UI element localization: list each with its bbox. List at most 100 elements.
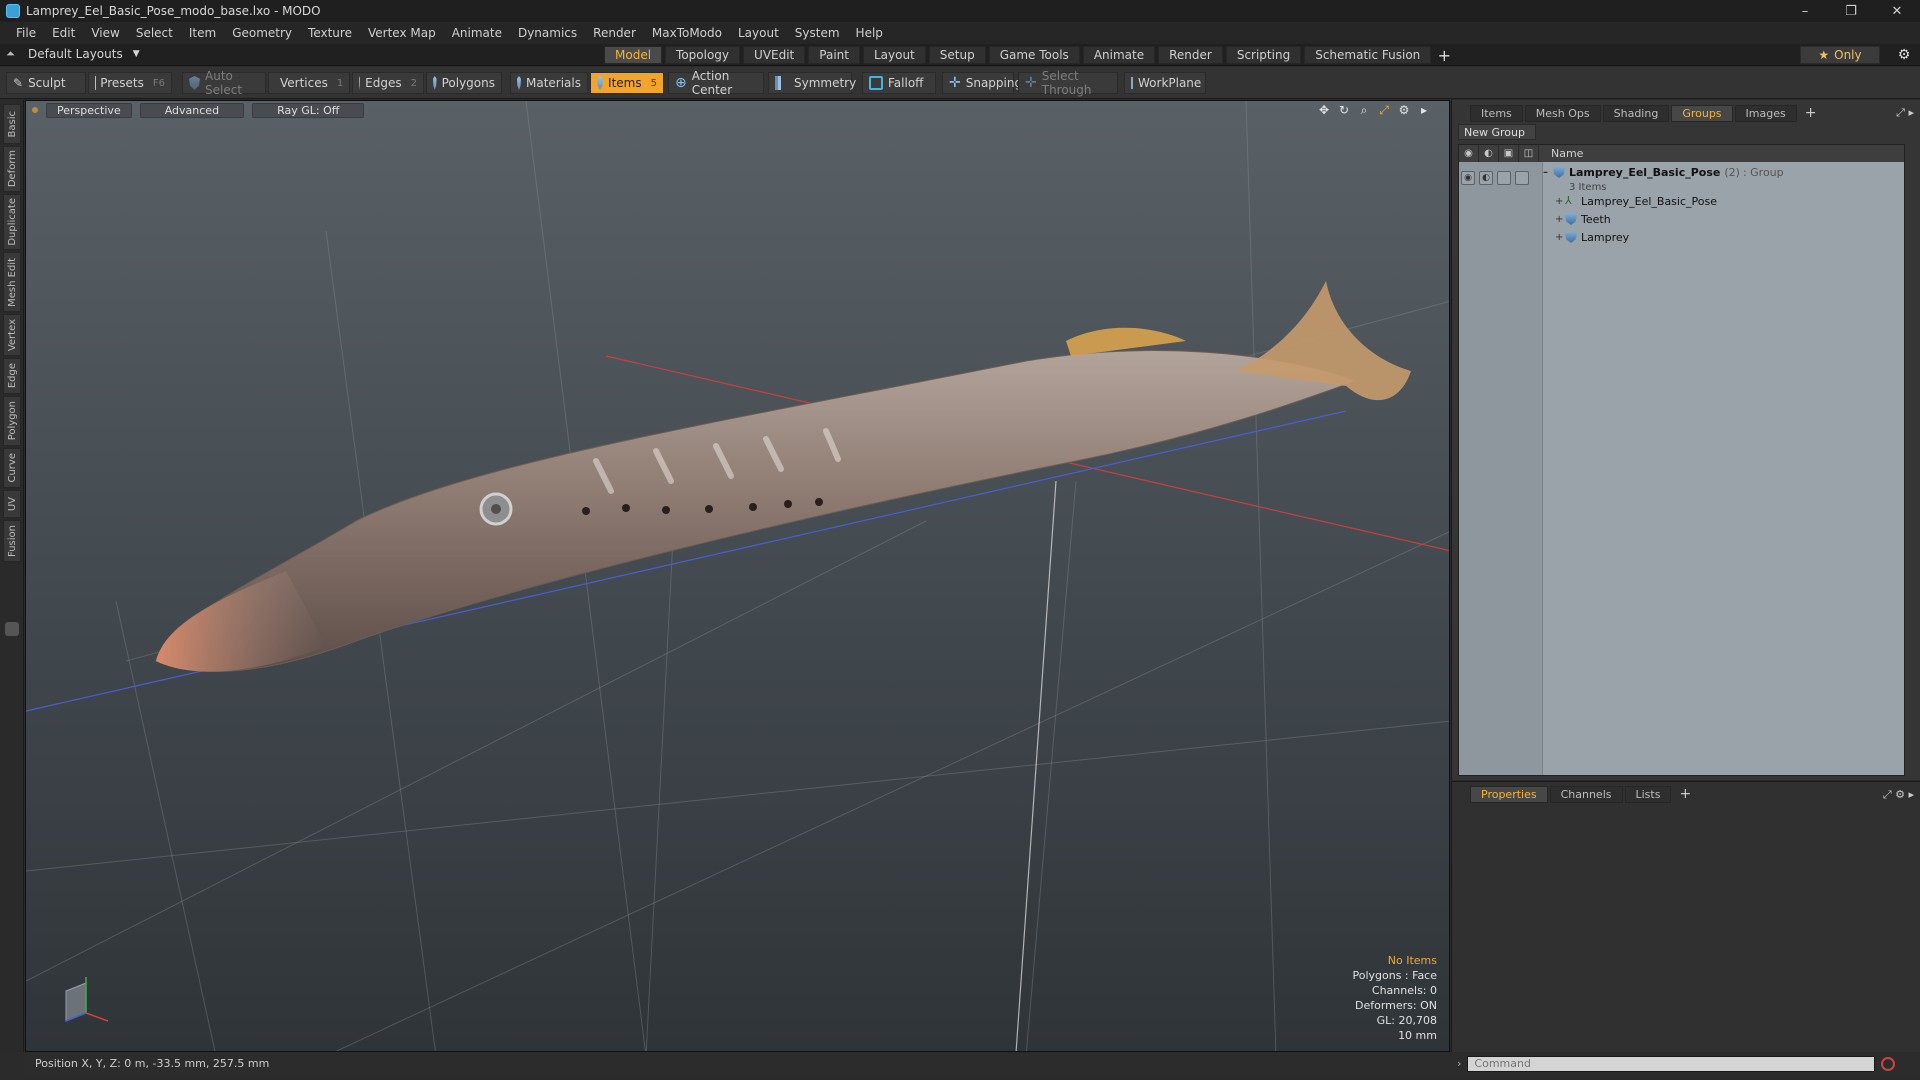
add-panel-tab-button[interactable]: + xyxy=(1799,105,1823,121)
gear-icon[interactable]: ⚙ xyxy=(1896,47,1912,63)
select-icon[interactable]: ◫ xyxy=(1519,145,1539,162)
rotate-icon[interactable]: ↻ xyxy=(1337,103,1351,117)
restore-button[interactable]: ❐ xyxy=(1828,0,1874,22)
tab-deform[interactable]: Deform xyxy=(3,146,21,192)
toggle-panel-icon[interactable] xyxy=(5,622,19,636)
minimize-button[interactable]: – xyxy=(1782,0,1828,22)
close-button[interactable]: ✕ xyxy=(1874,0,1920,22)
tab-mesh-edit[interactable]: Mesh Edit xyxy=(3,252,21,312)
viewport-menu-dot-icon[interactable] xyxy=(32,107,38,113)
menu-edit[interactable]: Edit xyxy=(44,26,83,40)
name-column-header[interactable]: Name xyxy=(1539,147,1583,160)
menu-vertex-map[interactable]: Vertex Map xyxy=(360,26,444,40)
only-button[interactable]: ★ Only xyxy=(1800,46,1880,64)
tab-topology[interactable]: Topology xyxy=(665,46,741,64)
tab-basic[interactable]: Basic xyxy=(3,104,21,144)
expand-arrow-icon[interactable]: ▸ xyxy=(1417,103,1431,117)
tab-groups[interactable]: Groups xyxy=(1671,104,1733,122)
root-lock-toggle[interactable] xyxy=(1497,171,1511,185)
fit-icon[interactable]: ⤢ xyxy=(1377,103,1391,117)
tab-schematic-fusion[interactable]: Schematic Fusion xyxy=(1304,46,1432,64)
lock-icon[interactable]: ▣ xyxy=(1499,145,1519,162)
pan-icon[interactable]: ✥ xyxy=(1317,103,1331,117)
expand-icon[interactable]: + xyxy=(1555,214,1565,225)
visibility-eye-icon[interactable]: ◉ xyxy=(1459,145,1479,162)
panel-settings-icon[interactable]: ⤢ ⚙ ▸ xyxy=(1883,788,1914,802)
tree-row-teeth[interactable]: + Teeth xyxy=(1555,210,1611,228)
panel-expand-icon[interactable]: ⤢ ▸ xyxy=(1896,106,1914,120)
menu-file[interactable]: File xyxy=(8,26,44,40)
zoom-icon[interactable]: ⌕ xyxy=(1357,103,1371,117)
shading-mode-button[interactable]: Advanced xyxy=(139,102,245,118)
menu-help[interactable]: Help xyxy=(848,26,891,40)
menu-select[interactable]: Select xyxy=(128,26,181,40)
add-tab-button[interactable]: + xyxy=(1434,46,1454,65)
auto-select-button[interactable]: Auto Select xyxy=(182,69,266,97)
snapping-button[interactable]: ✛ Snapping xyxy=(942,72,1022,94)
record-macro-icon[interactable] xyxy=(1881,1056,1896,1071)
layout-selector[interactable]: ⏶ Default Layouts ▼ xyxy=(6,47,140,61)
menu-item[interactable]: Item xyxy=(181,26,224,40)
root-render-toggle[interactable]: ◐ xyxy=(1479,171,1493,185)
tab-layout[interactable]: Layout xyxy=(862,46,926,64)
menu-view[interactable]: View xyxy=(83,26,127,40)
symmetry-button[interactable]: Symmetry xyxy=(768,72,856,94)
render-icon[interactable]: ◐ xyxy=(1479,145,1499,162)
tab-channels[interactable]: Channels xyxy=(1549,785,1623,803)
tab-properties[interactable]: Properties xyxy=(1470,785,1548,803)
add-panel-tab-button[interactable]: + xyxy=(1673,786,1697,802)
presets-button[interactable]: Presets F6 xyxy=(88,72,172,94)
root-select-toggle[interactable] xyxy=(1515,171,1529,185)
vertices-button[interactable]: Vertices 1 xyxy=(268,72,350,94)
edges-button[interactable]: Edges 2 xyxy=(352,72,424,94)
menu-maxtomodo[interactable]: MaxToModo xyxy=(644,26,730,40)
tab-render[interactable]: Render xyxy=(1158,46,1223,64)
command-input[interactable] xyxy=(1467,1055,1876,1072)
tab-duplicate[interactable]: Duplicate xyxy=(3,194,21,250)
tab-images[interactable]: Images xyxy=(1734,104,1797,122)
tab-paint[interactable]: Paint xyxy=(808,46,860,64)
menu-render[interactable]: Render xyxy=(585,26,644,40)
menu-geometry[interactable]: Geometry xyxy=(224,26,300,40)
collapse-arrow-icon[interactable]: ⏶ xyxy=(6,48,18,60)
workplane-button[interactable]: WorkPlane xyxy=(1124,72,1206,94)
menu-dynamics[interactable]: Dynamics xyxy=(510,26,585,40)
materials-button[interactable]: Materials xyxy=(510,72,588,94)
tab-polygon[interactable]: Polygon xyxy=(3,396,21,446)
tree-row-locator[interactable]: + ⅄ Lamprey_Eel_Basic_Pose xyxy=(1555,192,1717,210)
tab-shading[interactable]: Shading xyxy=(1602,104,1670,122)
menu-texture[interactable]: Texture xyxy=(300,26,360,40)
tab-vertex[interactable]: Vertex xyxy=(3,314,21,356)
view-mode-button[interactable]: Perspective xyxy=(46,102,132,118)
tab-curve[interactable]: Curve xyxy=(3,448,21,488)
raygl-button[interactable]: Ray GL: Off xyxy=(252,102,365,118)
expand-icon[interactable]: + xyxy=(1555,232,1565,243)
tab-mesh-ops[interactable]: Mesh Ops xyxy=(1524,104,1601,122)
tab-items[interactable]: Items xyxy=(1470,104,1523,122)
menu-layout[interactable]: Layout xyxy=(730,26,787,40)
new-group-button[interactable]: New Group xyxy=(1458,124,1536,140)
tab-edge[interactable]: Edge xyxy=(3,358,21,394)
root-eye-toggle[interactable]: ◉ xyxy=(1461,171,1475,185)
tab-game-tools[interactable]: Game Tools xyxy=(988,46,1080,64)
tab-scripting[interactable]: Scripting xyxy=(1225,46,1302,64)
action-center-button[interactable]: ⊕ Action Center xyxy=(668,69,764,97)
tab-setup[interactable]: Setup xyxy=(928,46,986,64)
sculpt-button[interactable]: ✎ Sculpt xyxy=(6,72,86,94)
expand-icon[interactable]: + xyxy=(1555,196,1565,207)
tree-row-lamprey[interactable]: + Lamprey xyxy=(1555,228,1629,246)
menu-animate[interactable]: Animate xyxy=(444,26,510,40)
select-through-button[interactable]: ✛ Select Through xyxy=(1018,69,1118,97)
viewport-settings-icon[interactable]: ⚙ xyxy=(1397,103,1411,117)
tab-lists[interactable]: Lists xyxy=(1624,785,1672,803)
tab-uv[interactable]: UV xyxy=(3,490,21,518)
tab-animate[interactable]: Animate xyxy=(1082,46,1156,64)
collapse-icon[interactable]: – xyxy=(1543,167,1553,178)
polygons-button[interactable]: Polygons xyxy=(426,72,502,94)
falloff-button[interactable]: Falloff xyxy=(862,72,936,94)
tab-uvedit[interactable]: UVEdit xyxy=(743,46,806,64)
3d-viewport[interactable]: Perspective Advanced Ray GL: Off ✥ ↻ ⌕ ⤢… xyxy=(25,100,1450,1052)
items-button[interactable]: Items 5 xyxy=(590,72,664,94)
tab-model[interactable]: Model xyxy=(604,46,663,64)
tab-fusion[interactable]: Fusion xyxy=(3,520,21,562)
